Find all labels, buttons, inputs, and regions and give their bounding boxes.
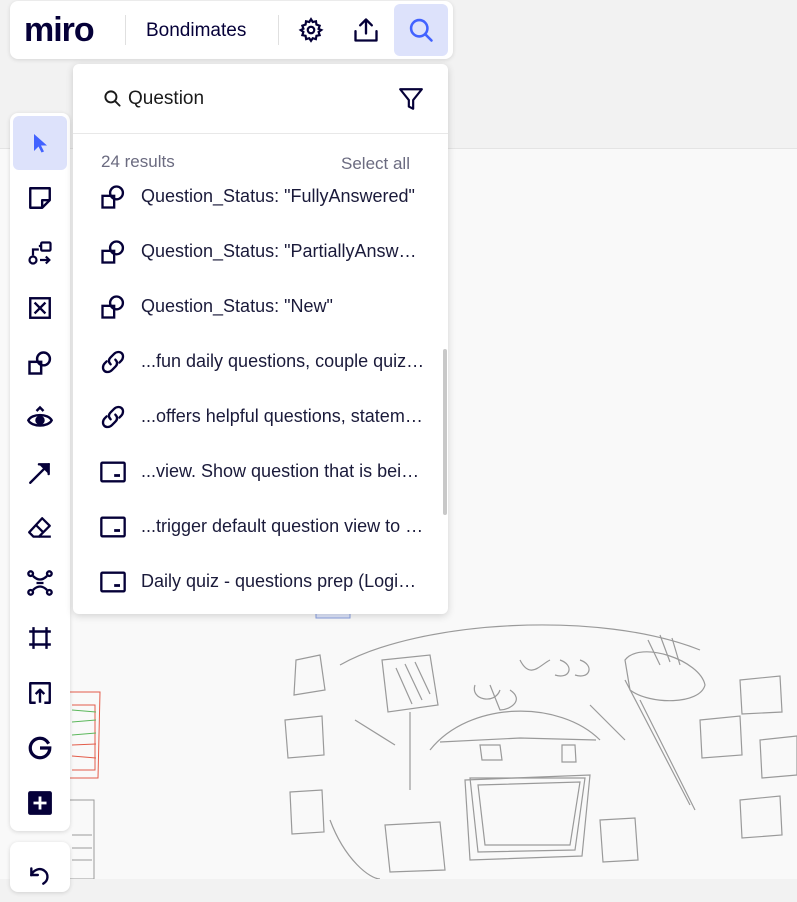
frame-icon: [29, 627, 51, 649]
board-name[interactable]: Bondimates: [146, 20, 246, 42]
undo-button[interactable]: [13, 848, 67, 902]
plus-icon: [28, 791, 52, 815]
search-result-item[interactable]: ...trigger default question view to open: [73, 499, 443, 554]
link-icon: [99, 348, 127, 376]
search-result-text: Daily quiz - questions prep (Login flow): [141, 571, 426, 591]
card-icon: [99, 568, 127, 596]
shapes-icon: [99, 293, 127, 321]
mindmap-icon: [27, 570, 53, 596]
search-result-item[interactable]: Daily quiz - questions prep (Login flow): [73, 554, 443, 609]
sticky-note-icon: [29, 187, 51, 209]
search-result-item[interactable]: Question_Status: "PartiallyAnswered": [73, 224, 443, 279]
results-scrollbar[interactable]: [443, 349, 447, 515]
card-icon: [99, 458, 127, 486]
tool-pen[interactable]: [13, 391, 67, 445]
templates-icon: [28, 241, 52, 265]
search-result-text: ...fun daily questions, couple quizzes: [141, 351, 426, 371]
undo-icon: [30, 867, 49, 885]
tool-more-apps[interactable]: [13, 776, 67, 830]
card-icon: [29, 297, 51, 319]
tool-sticky-note[interactable]: [13, 171, 67, 225]
search-result-text: ...view. Show question that is being ans…: [141, 461, 426, 481]
search-input[interactable]: Question: [128, 88, 204, 110]
settings-button[interactable]: [285, 4, 337, 56]
tool-select[interactable]: [13, 116, 67, 170]
tool-cards[interactable]: [13, 281, 67, 335]
undo-toolbar: [10, 842, 70, 892]
link-icon: [99, 403, 127, 431]
tool-eraser[interactable]: [13, 501, 67, 555]
filter-button[interactable]: [398, 86, 424, 117]
pen-icon: [26, 405, 54, 427]
google-icon: [28, 736, 52, 760]
search-panel: Question 24 results Select all Question_…: [73, 64, 448, 614]
search-icon: [103, 89, 122, 113]
shapes-icon: [28, 351, 52, 375]
tool-shapes[interactable]: [13, 336, 67, 390]
shapes-icon: [99, 238, 127, 266]
tool-upload[interactable]: [13, 666, 67, 720]
filter-icon: [399, 88, 423, 110]
search-result-item[interactable]: ...fun daily questions, couple quizzes: [73, 334, 443, 389]
share-export-button[interactable]: [340, 4, 392, 56]
tool-connection-line[interactable]: [13, 446, 67, 500]
top-bar: miro Bondimates: [10, 1, 453, 59]
search-result-item[interactable]: Question_Status: "New": [73, 279, 443, 334]
search-result-text: ...offers helpful questions, statements: [141, 406, 426, 426]
search-result-item[interactable]: Question_Status: "FullyAnswered": [73, 169, 443, 224]
arrow-icon: [29, 463, 50, 484]
shapes-icon: [99, 183, 127, 211]
search-result-text: Question_Status: "New": [141, 296, 333, 316]
card-icon: [99, 513, 127, 541]
eraser-icon: [28, 517, 51, 538]
tool-templates[interactable]: [13, 226, 67, 280]
search-result-text: ...trigger default question view to open: [141, 516, 426, 536]
upload-icon: [29, 682, 51, 704]
divider: [125, 15, 126, 45]
search-icon: [409, 18, 433, 42]
search-result-item[interactable]: ...offers helpful questions, statements: [73, 389, 443, 444]
search-result-text: Question_Status: "PartiallyAnswered": [141, 241, 426, 261]
tool-mind-map[interactable]: [13, 556, 67, 610]
search-result-text: Question_Status: "FullyAnswered": [141, 186, 415, 206]
tool-google[interactable]: [13, 721, 67, 775]
gear-icon: [298, 17, 324, 43]
search-button[interactable]: [394, 4, 448, 56]
upload-icon: [354, 18, 378, 42]
search-field[interactable]: Question: [73, 64, 448, 134]
left-toolbar: [10, 113, 70, 831]
search-result-item[interactable]: ...view. Show question that is being ans…: [73, 444, 443, 499]
cursor-icon: [34, 134, 47, 153]
tool-frame[interactable]: [13, 611, 67, 665]
divider: [278, 15, 279, 45]
miro-logo[interactable]: miro: [24, 11, 95, 49]
